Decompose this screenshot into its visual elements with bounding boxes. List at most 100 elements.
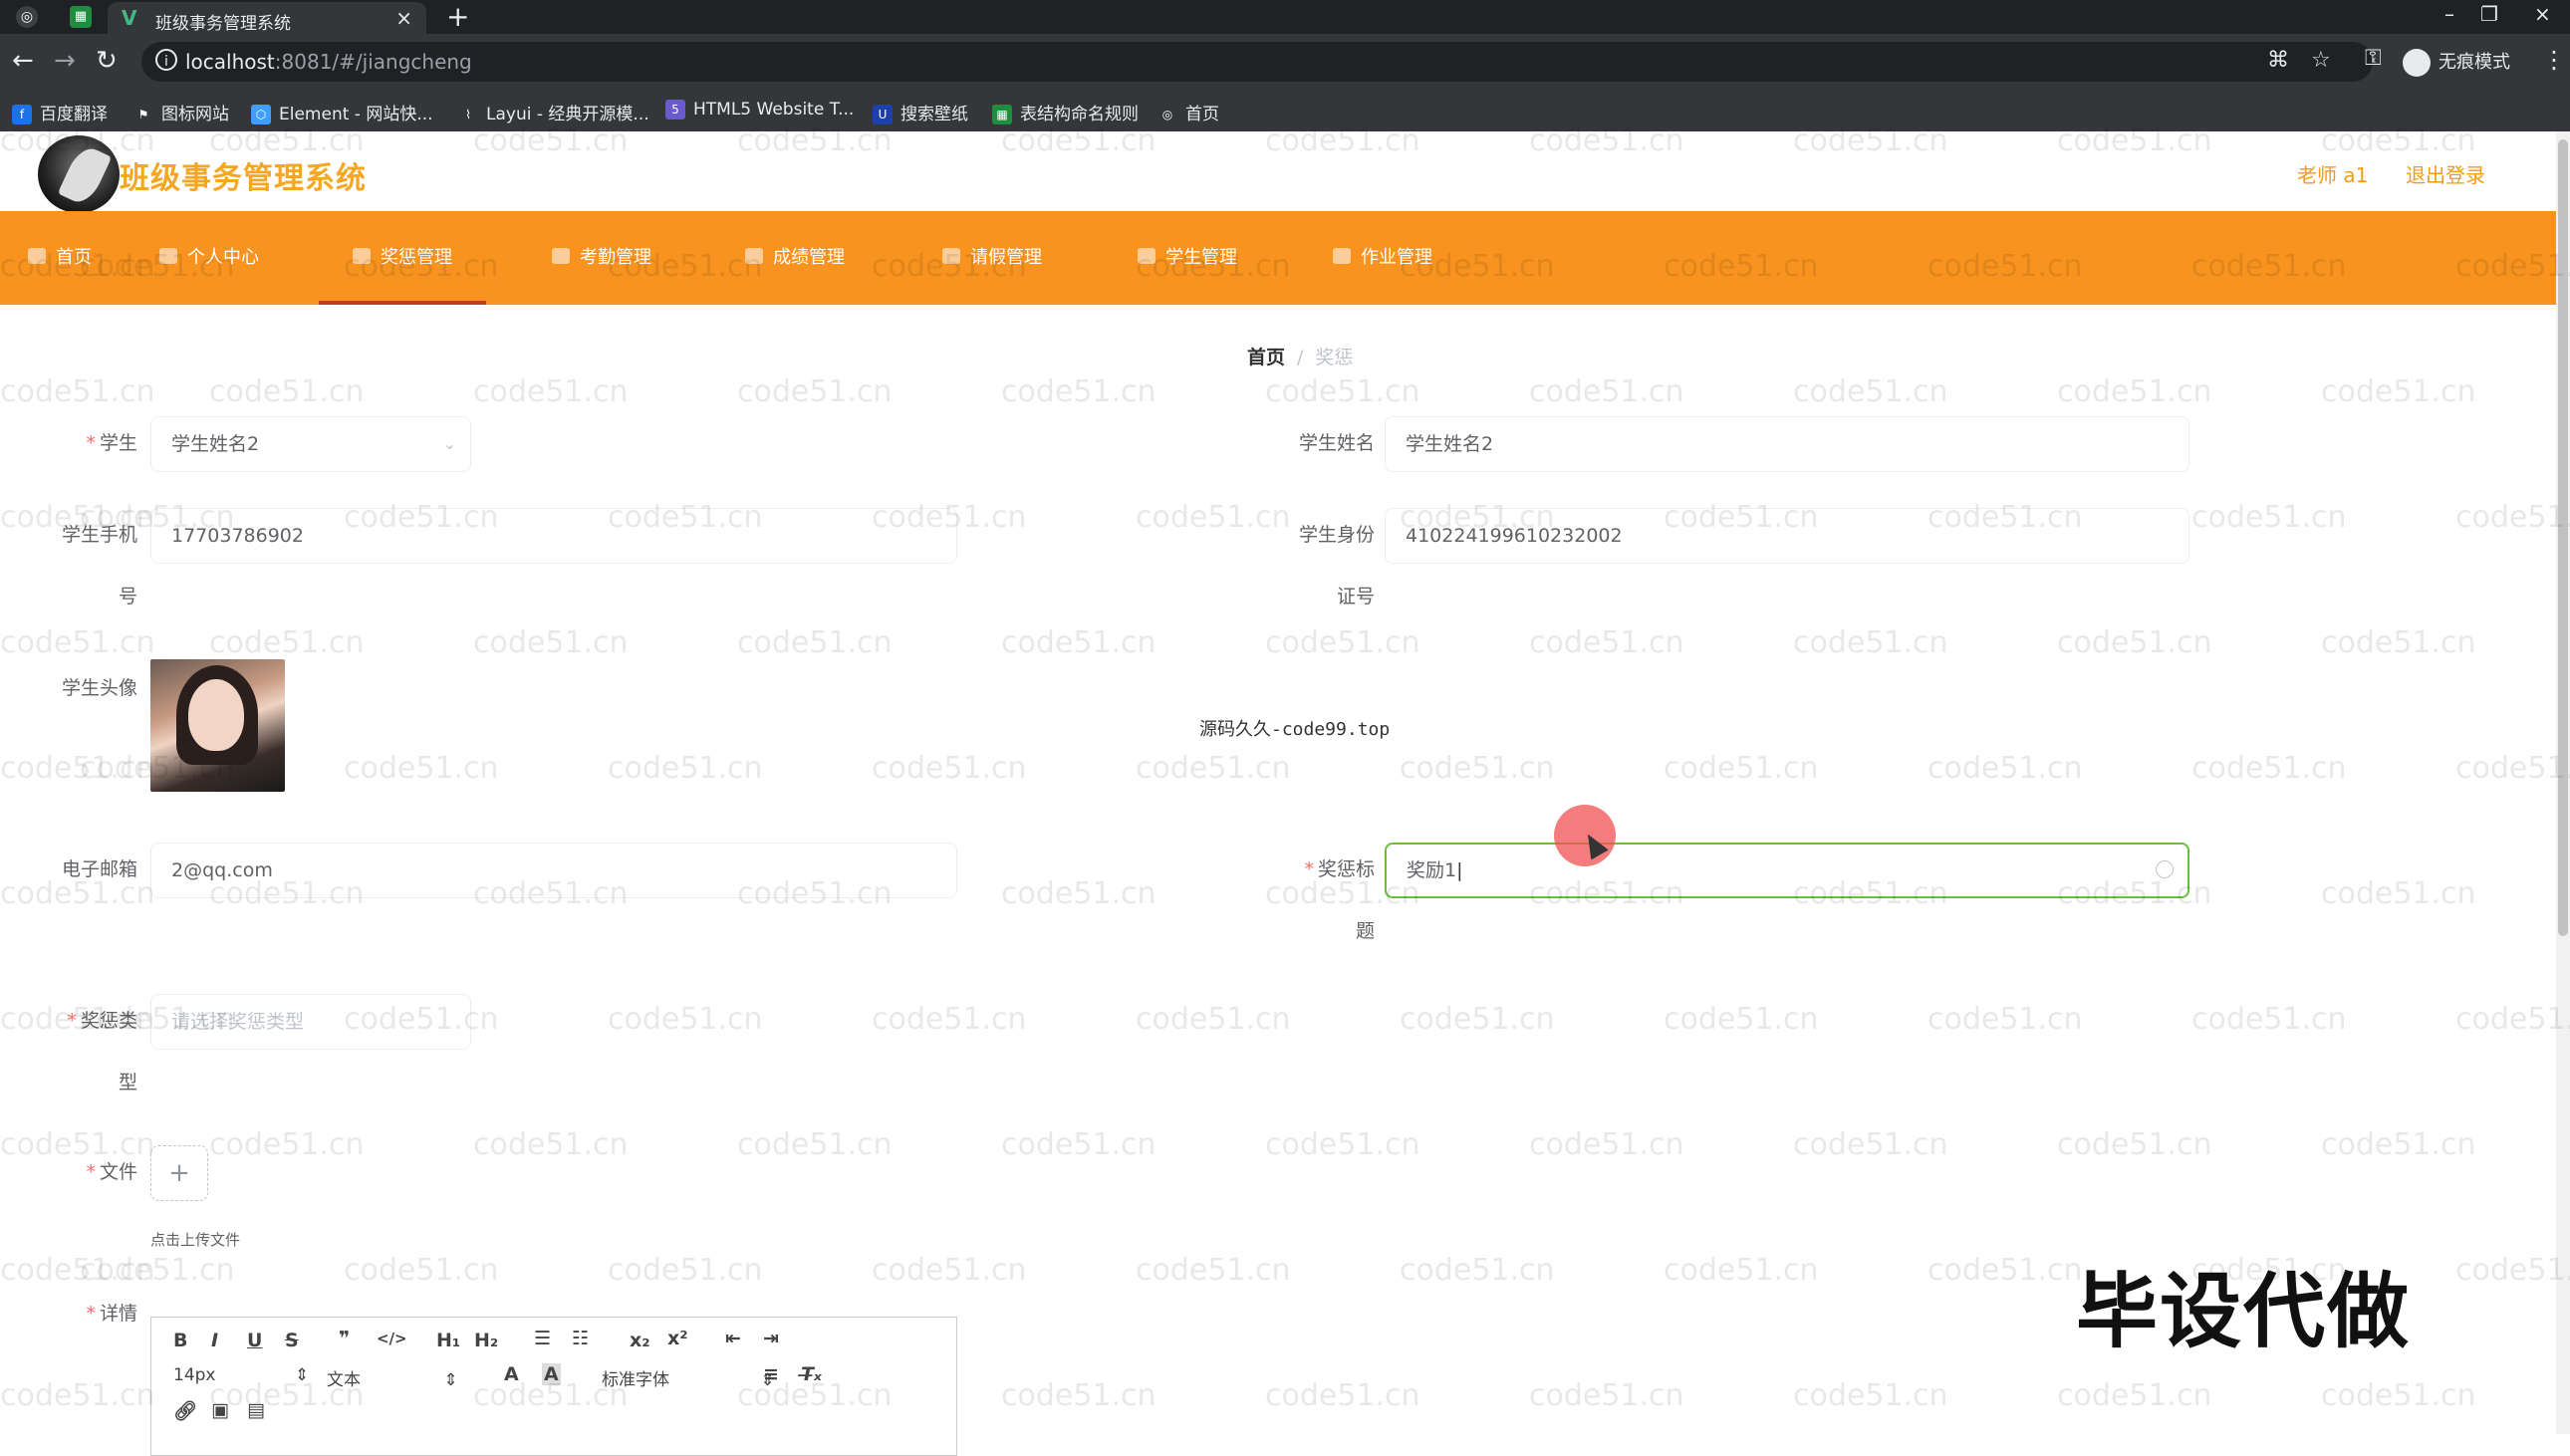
window-close-icon[interactable]: ×: [2534, 2, 2551, 26]
heading2-icon[interactable]: H₂: [474, 1330, 498, 1351]
bookmark-label: 搜索壁纸: [900, 105, 968, 124]
subscript-icon[interactable]: x₂: [630, 1330, 650, 1351]
browser-tab-strip: ◎ ▦ V 班级事务管理系统 × + – ❐ ×: [0, 0, 2570, 34]
bookmark-item[interactable]: ◎ 首页: [1157, 100, 1219, 124]
underline-icon[interactable]: U: [247, 1330, 262, 1351]
translate-icon[interactable]: ⌘: [2267, 48, 2289, 73]
feather-icon: [57, 142, 113, 208]
incognito-indicator[interactable]: 无痕模式: [2403, 48, 2510, 77]
blockquote-icon[interactable]: ❞: [339, 1328, 350, 1349]
minimize-icon[interactable]: –: [2444, 2, 2454, 26]
student-name-input[interactable]: 学生姓名2: [1385, 416, 2189, 472]
clear-format-icon[interactable]: T̶ₓ: [801, 1363, 822, 1385]
link-icon[interactable]: 🔗︎: [173, 1399, 197, 1422]
bookmark-label: Layui - 经典开源模...: [486, 105, 649, 124]
forward-icon[interactable]: →: [54, 46, 76, 76]
label-text: 详情: [99, 1303, 137, 1325]
image-icon[interactable]: ▣: [211, 1399, 229, 1421]
vue-logo-icon: V: [122, 6, 137, 30]
app-logo: [38, 135, 120, 213]
nav-item-students[interactable]: 学生管理: [1138, 211, 1237, 305]
top-nav: 首页 个人中心 奖惩管理 考勤管理 成绩管理 请假管理 学生管理 作业管理: [0, 211, 2556, 305]
student-label: * 学生: [48, 428, 137, 458]
bookmark-item[interactable]: ▦ 表结构命名规则: [992, 100, 1139, 124]
logout-link[interactable]: 退出登录: [2406, 159, 2485, 188]
browser-menu-icon[interactable]: ⋮: [2542, 46, 2566, 74]
key-icon[interactable]: ⚿: [2365, 46, 2382, 71]
student-select[interactable]: 学生姓名2 ⌄: [150, 416, 471, 472]
page-scroll-thumb[interactable]: [2558, 139, 2568, 936]
nav-label: 首页: [56, 247, 92, 268]
heading1-icon[interactable]: H₁: [436, 1330, 460, 1351]
student-avatar[interactable]: [150, 659, 285, 792]
tab-close-icon[interactable]: ×: [395, 6, 412, 30]
font-size-picker[interactable]: 14px ⇕: [173, 1365, 309, 1385]
bookmark-item[interactable]: ⌇ Layui - 经典开源模...: [458, 100, 649, 124]
file-label: * 文件: [48, 1157, 137, 1187]
id-card-input[interactable]: 410224199610232002: [1385, 508, 2189, 564]
bookmark-label: 表结构命名规则: [1020, 105, 1139, 124]
bold-icon[interactable]: B: [173, 1330, 187, 1351]
select-value: 学生姓名2: [171, 433, 260, 455]
reward-type-select[interactable]: 请选择奖惩类型: [150, 994, 471, 1050]
indent-icon[interactable]: ⇥: [763, 1328, 779, 1349]
reward-title-label: * 奖惩标: [1263, 854, 1375, 884]
file-upload-button[interactable]: +: [150, 1145, 208, 1201]
font-family-picker[interactable]: 标准字体 ⇕: [602, 1365, 775, 1390]
site-info-icon[interactable]: i: [155, 49, 177, 71]
phone-input[interactable]: 17703786902: [150, 508, 957, 564]
id-card-label-wrap: 证号: [1336, 586, 1375, 607]
bookmark-label: HTML5 Website T...: [693, 100, 855, 120]
strikethrough-icon[interactable]: S: [285, 1330, 299, 1351]
nav-item-leave[interactable]: 请假管理: [942, 211, 1042, 305]
nav-item-profile[interactable]: 个人中心: [159, 211, 259, 305]
phone-label: 学生手机: [61, 524, 137, 546]
browser-tab-active[interactable]: V 班级事务管理系统 ×: [108, 2, 426, 34]
nav-item-home[interactable]: 首页: [28, 211, 92, 305]
bookmark-item[interactable]: f 百度翻译: [12, 100, 108, 124]
code-icon[interactable]: </>: [377, 1330, 407, 1347]
background-color-icon[interactable]: A: [542, 1363, 561, 1385]
font-color-icon[interactable]: A: [504, 1363, 519, 1385]
nav-item-attendance[interactable]: 考勤管理: [552, 211, 651, 305]
browser-globe-icon[interactable]: ◎: [16, 6, 38, 28]
paragraph-picker[interactable]: 文本 ⇕: [327, 1365, 458, 1390]
rich-text-editor[interactable]: B I U S ❞ </> H₁ H₂ ☰ ☷ x₂ x² ⇤ ⇥ 14px ⇕…: [150, 1317, 957, 1456]
url-text[interactable]: localhost:8081/#/jiangcheng: [185, 50, 472, 74]
bullet-list-icon[interactable]: ☷: [572, 1328, 589, 1349]
bookmark-item[interactable]: ⬡ Element - 网站快...: [251, 100, 433, 124]
browser-tab-title: 班级事务管理系统: [155, 14, 291, 34]
ordered-list-icon[interactable]: ☰: [534, 1328, 551, 1349]
reward-title-input[interactable]: 奖励1|: [1385, 843, 2189, 898]
back-icon[interactable]: ←: [12, 46, 34, 76]
text-caret: |: [1456, 859, 1463, 881]
sheet-tab-icon[interactable]: ▦: [70, 6, 92, 28]
clear-icon[interactable]: [2156, 860, 2174, 878]
bookmark-label: 百度翻译: [40, 105, 108, 124]
bookmark-star-icon[interactable]: ☆: [2311, 48, 2331, 73]
nav-item-homework[interactable]: 作业管理: [1333, 211, 1432, 305]
bookmark-item[interactable]: ⚑ 图标网站: [133, 100, 229, 124]
detail-label: * 详情: [48, 1299, 137, 1329]
reload-icon[interactable]: ↻: [96, 46, 118, 76]
italic-icon[interactable]: I: [211, 1330, 218, 1351]
id-card-label: 学生身份: [1298, 524, 1375, 546]
restore-icon[interactable]: ❐: [2480, 2, 2498, 26]
email-input[interactable]: 2@qq.com: [150, 843, 957, 898]
breadcrumb-separator: /: [1297, 347, 1304, 368]
app-header: 班级事务管理系统 老师 a1 退出登录: [0, 131, 2556, 213]
video-icon[interactable]: ▤: [247, 1399, 265, 1421]
url-omnibox[interactable]: i localhost:8081/#/jiangcheng ⌘ ☆: [141, 42, 2373, 82]
bookmark-item[interactable]: 5 HTML5 Website T...: [665, 100, 854, 120]
nav-item-rewards[interactable]: 奖惩管理: [319, 211, 486, 305]
align-icon[interactable]: ≡: [763, 1363, 779, 1385]
nav-label: 考勤管理: [580, 247, 651, 268]
outdent-icon[interactable]: ⇤: [725, 1328, 741, 1349]
bookmark-item[interactable]: U 搜索壁纸: [873, 100, 968, 124]
superscript-icon[interactable]: x²: [667, 1328, 688, 1349]
url-host: localhost: [185, 50, 275, 74]
font-size-value: 14px: [173, 1365, 216, 1385]
nav-item-grades[interactable]: 成绩管理: [745, 211, 845, 305]
new-tab-icon[interactable]: +: [446, 0, 469, 33]
breadcrumb-home[interactable]: 首页: [1247, 347, 1285, 368]
